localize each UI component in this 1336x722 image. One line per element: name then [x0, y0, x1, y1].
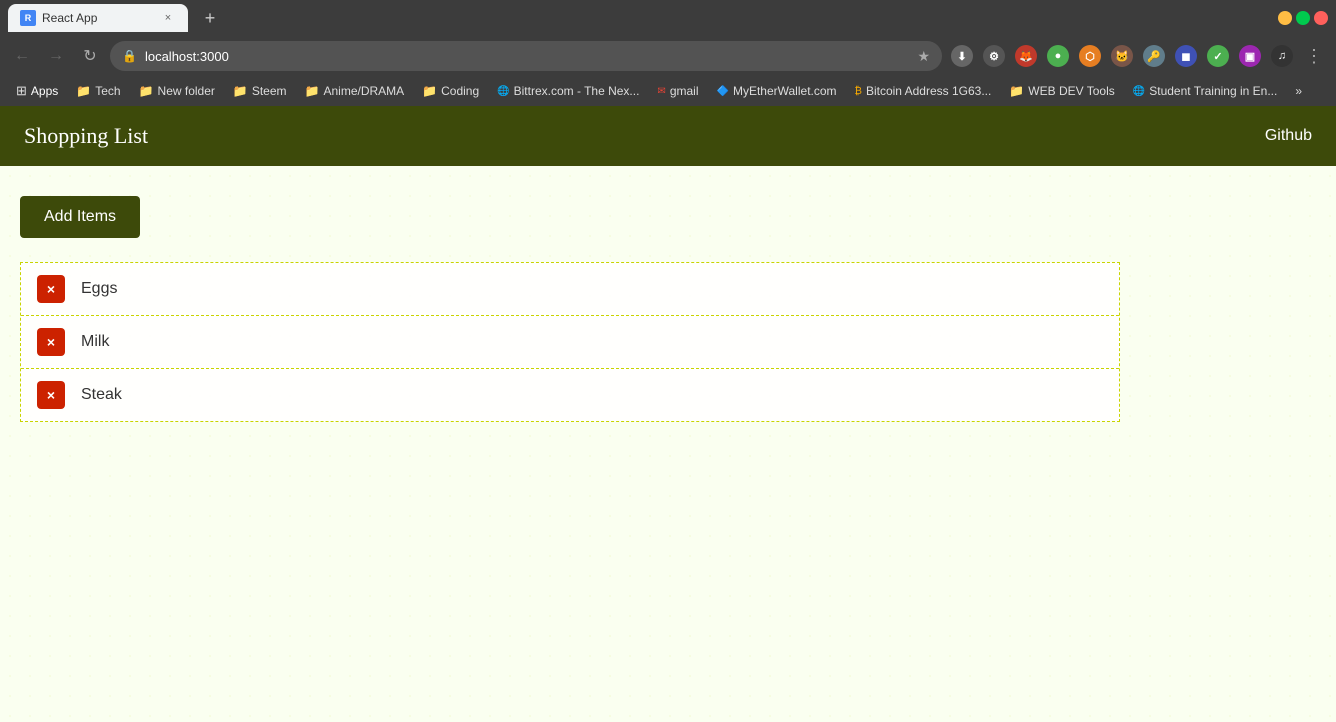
more-menu-icon: ⋮: [1305, 46, 1323, 67]
item-name-milk: Milk: [81, 333, 109, 351]
window-controls: [1278, 11, 1328, 25]
reload-icon: ↻: [83, 46, 96, 66]
github-link[interactable]: Github: [1265, 127, 1312, 145]
delete-eggs-button[interactable]: ×: [37, 275, 65, 303]
x-icon: ×: [47, 281, 55, 297]
title-bar: R React App × +: [0, 0, 1336, 36]
site-icon-student: 🌐: [1133, 86, 1145, 97]
extension-icon-4[interactable]: ⬡: [1076, 42, 1104, 70]
delete-milk-button[interactable]: ×: [37, 328, 65, 356]
bookmark-student-training[interactable]: 🌐 Student Training in En...: [1125, 79, 1286, 103]
back-icon: ←: [14, 47, 30, 65]
list-item: × Milk: [21, 316, 1119, 369]
bookmark-bitcoin[interactable]: ₿ Bitcoin Address 1G63...: [847, 79, 1000, 103]
extension-icon-9[interactable]: ▣: [1236, 42, 1264, 70]
bookmarks-bar: ⊞ Apps 📁 Tech 📁 New folder 📁 Steem 📁 Ani…: [0, 76, 1336, 106]
apps-grid-icon: ⊞: [16, 83, 27, 99]
page-content: Shopping List Github Add Items × Eggs × …: [0, 106, 1336, 722]
bookmark-more[interactable]: »: [1287, 79, 1310, 103]
shopping-list: × Eggs × Milk × Steak: [20, 262, 1120, 422]
folder-icon-4: 📁: [305, 84, 320, 98]
site-icon-bittrex: 🌐: [497, 86, 509, 97]
address-bar[interactable]: 🔒 ★: [110, 41, 942, 71]
bookmark-anime[interactable]: 📁 Anime/DRAMA: [297, 79, 413, 103]
folder-icon-5: 📁: [422, 84, 437, 98]
extension-icon-7[interactable]: ◼: [1172, 42, 1200, 70]
new-tab-button[interactable]: +: [196, 4, 224, 32]
forward-button[interactable]: →: [42, 42, 70, 70]
site-icon-gmail: ✉: [657, 86, 665, 97]
forward-icon: →: [48, 47, 64, 65]
folder-icon-2: 📁: [139, 84, 154, 98]
more-menu-button[interactable]: ⋮: [1300, 42, 1328, 70]
minimize-button[interactable]: [1278, 11, 1292, 25]
item-name-eggs: Eggs: [81, 280, 117, 298]
bookmark-bittrex[interactable]: 🌐 Bittrex.com - The Nex...: [489, 79, 647, 103]
x-icon: ×: [47, 334, 55, 350]
extension-icon-10[interactable]: ♫: [1268, 42, 1296, 70]
app-header: Shopping List Github: [0, 106, 1336, 166]
browser-tab[interactable]: R React App ×: [8, 4, 188, 32]
delete-steak-button[interactable]: ×: [37, 381, 65, 409]
bookmark-new-folder[interactable]: 📁 New folder: [131, 79, 223, 103]
page-body: Add Items × Eggs × Milk × Steak: [0, 166, 1336, 452]
bookmark-steem[interactable]: 📁 Steem: [225, 79, 295, 103]
bookmark-star-icon[interactable]: ★: [917, 48, 930, 65]
add-items-button[interactable]: Add Items: [20, 196, 140, 238]
bookmark-coding[interactable]: 📁 Coding: [414, 79, 487, 103]
bookmark-apps[interactable]: ⊞ Apps: [8, 79, 66, 103]
extension-icon-1[interactable]: ⚙: [980, 42, 1008, 70]
bookmark-webdev[interactable]: 📁 WEB DEV Tools: [1001, 79, 1122, 103]
back-button[interactable]: ←: [8, 42, 36, 70]
folder-icon-webdev: 📁: [1009, 84, 1024, 98]
reload-button[interactable]: ↻: [76, 42, 104, 70]
item-name-steak: Steak: [81, 386, 122, 404]
tab-favicon: R: [20, 10, 36, 26]
page-title: Shopping List: [24, 123, 148, 149]
folder-icon-3: 📁: [233, 84, 248, 98]
list-item: × Eggs: [21, 263, 1119, 316]
maximize-button[interactable]: [1296, 11, 1310, 25]
extension-icon-6[interactable]: 🔑: [1140, 42, 1168, 70]
nav-bar: ← → ↻ 🔒 ★ ⬇ ⚙ 🦊 ●: [0, 36, 1336, 76]
extension-icon-2[interactable]: 🦊: [1012, 42, 1040, 70]
lock-icon: 🔒: [122, 49, 137, 63]
bookmark-myetherwallet[interactable]: 🔷 MyEtherWallet.com: [709, 79, 845, 103]
bookmark-gmail[interactable]: ✉ gmail: [649, 79, 706, 103]
site-icon-btc: ₿: [855, 86, 862, 97]
address-input[interactable]: [145, 49, 909, 64]
bookmark-tech[interactable]: 📁 Tech: [68, 79, 128, 103]
extension-icon-8[interactable]: ✓: [1204, 42, 1232, 70]
browser-chrome: R React App × + ← → ↻ 🔒 ★: [0, 0, 1336, 106]
folder-icon: 📁: [76, 84, 91, 98]
extension-icon-3[interactable]: ●: [1044, 42, 1072, 70]
x-icon: ×: [47, 387, 55, 403]
close-button[interactable]: [1314, 11, 1328, 25]
downloads-icon[interactable]: ⬇: [948, 42, 976, 70]
tab-close-button[interactable]: ×: [160, 10, 176, 26]
site-icon-mew: 🔷: [717, 86, 729, 97]
tab-title: React App: [42, 11, 154, 25]
toolbar-icons: ⬇ ⚙ 🦊 ● ⬡ 🐱 🔑 ◼ ✓: [948, 42, 1328, 70]
list-item: × Steak: [21, 369, 1119, 421]
extension-icon-5[interactable]: 🐱: [1108, 42, 1136, 70]
